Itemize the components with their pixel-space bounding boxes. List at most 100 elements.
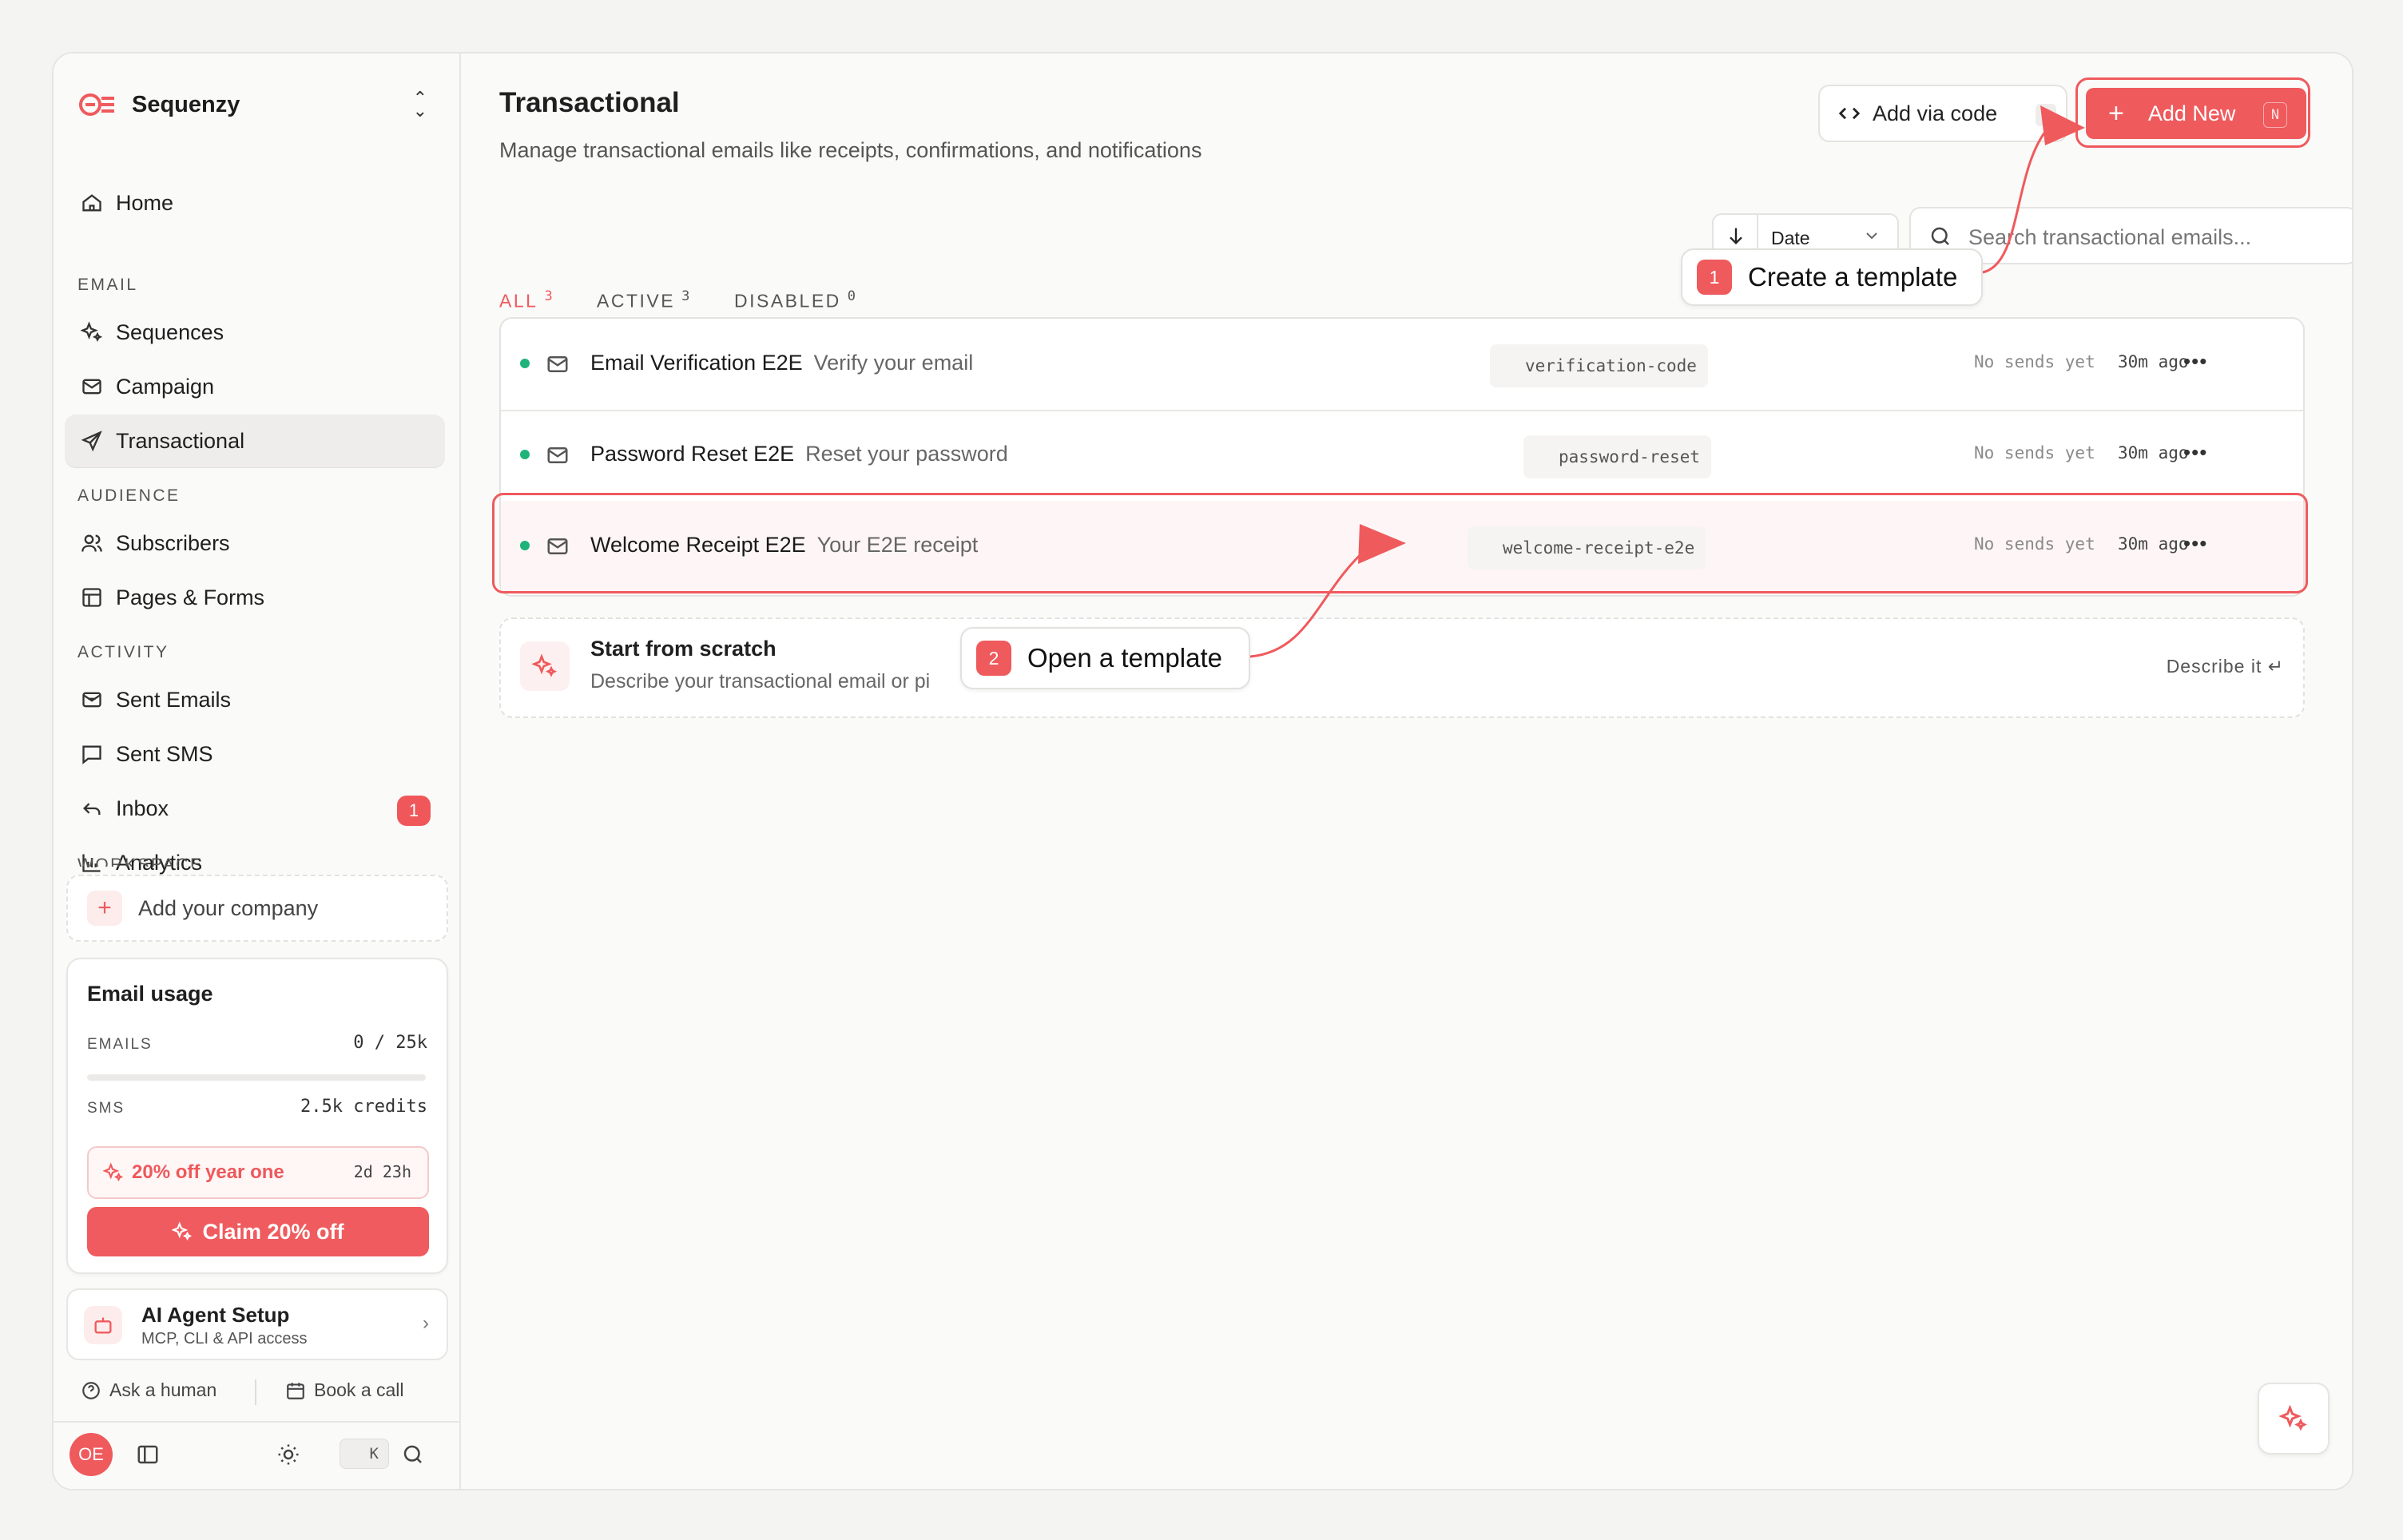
claim-discount-button[interactable]: Claim 20% off [87,1207,429,1256]
promo-text: 20% off year one [132,1161,284,1183]
sun-icon[interactable] [274,1440,303,1469]
app-window: Sequenzy ⌃ ⌄ Home EMAIL Sequences Campaig… [52,52,2353,1490]
add-new-highlight: + Add New N [2075,77,2310,148]
sidebar-item-sent-sms[interactable]: Sent SMS [65,728,445,780]
section-label-audience: AUDIENCE [77,486,181,505]
callout-text: Open a template [1027,643,1222,673]
home-icon [77,189,106,217]
emails-progress-bar [87,1074,426,1081]
arrow-down-icon[interactable] [1725,224,1747,247]
add-via-code-button[interactable]: Add via code A [1818,85,2067,142]
chevron-down-icon [1862,226,1881,245]
sidebar-item-subscribers[interactable]: Subscribers [65,517,445,570]
sparkles-icon [2279,1404,2308,1433]
row-name-text: Password Reset E2E [590,442,795,466]
table-row[interactable]: Password Reset E2E Reset your password pa… [501,410,2303,502]
sidebar-item-sequences[interactable]: Sequences [65,306,445,359]
workspace-switcher[interactable]: Sequenzy ⌃ ⌄ [77,81,453,129]
tab-disabled[interactable]: DISABLED 0 [734,288,856,312]
calendar-icon [287,1382,304,1399]
tab-label: ACTIVE [597,290,676,312]
active-status-dot [520,359,530,368]
sidebar-toggle-icon[interactable] [133,1440,162,1469]
row-slug: verification-code [1490,344,1708,387]
book-call-label: Book a call [314,1379,404,1400]
ai-assistant-button[interactable] [2258,1383,2330,1455]
sidebar-item-home[interactable]: Home [65,177,445,229]
workspace-name: Sequenzy [132,91,240,117]
add-company-button[interactable]: + Add your company [66,875,448,942]
add-company-label: Add your company [138,895,319,920]
more-options-icon[interactable]: ••• [2183,440,2207,465]
row-name-text: Email Verification E2E [590,351,803,375]
layout-icon [77,583,106,612]
row-time: 30m ago [2118,352,2189,371]
ask-human-link[interactable]: Ask a human [81,1379,216,1401]
sidebar-item-pages-forms[interactable]: Pages & Forms [65,571,445,624]
describe-it-button[interactable]: Describe it ↵ [2167,656,2284,677]
scratch-description: Describe your transactional email or pi [590,670,931,693]
row-status: No sends yet [1974,352,2095,371]
sidebar-item-campaign[interactable]: Campaign [65,360,445,413]
email-usage-card: Email usage EMAILS 0 / 25k SMS 2.5k cred… [66,958,448,1274]
add-new-button[interactable]: + Add New N [2086,88,2306,139]
add-via-code-label: Add via code [1873,101,1998,125]
sidebar-item-transactional[interactable]: Transactional [65,415,445,467]
divider [54,1421,459,1423]
tab-all[interactable]: ALL 3 [499,288,553,312]
shortcut-key: A [2036,104,2056,126]
section-label-workspace: WORKSPACE [77,855,203,867]
mail-icon [77,372,106,401]
tab-active[interactable]: ACTIVE 3 [597,288,689,312]
tab-label: DISABLED [734,290,841,312]
inbox-count-badge: 1 [397,796,431,826]
row-subject: Verify your email [813,351,974,375]
usage-title: Email usage [87,982,213,1006]
page-subtitle: Manage transactional emails like receipt… [499,138,1202,162]
divider [255,1379,256,1405]
agent-subtitle: MCP, CLI & API access [141,1330,308,1348]
row-name: Password Reset E2E Reset your password [590,442,1008,466]
mail-open-icon [77,685,106,714]
callout-number: 1 [1697,260,1732,295]
start-from-scratch-card[interactable]: Start from scratch Describe your transac… [499,617,2305,718]
sidebar-item-label: Home [116,190,174,215]
search-icon [1928,224,1952,248]
users-icon [77,529,106,558]
avatar[interactable]: OE [70,1433,113,1476]
send-icon [77,427,106,455]
search-placeholder: Search transactional emails... [1968,225,2252,249]
tab-label: ALL [499,290,538,312]
sequenzy-logo [79,93,114,116]
code-icon [1837,101,1861,125]
help-circle-icon [82,1381,100,1399]
sparkles-icon [520,641,570,691]
mail-icon [546,443,570,471]
sort-field-select[interactable]: Date [1771,228,1810,249]
row-status: No sends yet [1974,443,2095,462]
book-call-link[interactable]: Book a call [285,1379,404,1401]
row-subject: Reset your password [805,442,1008,466]
callout-create-template: 1 Create a template [1681,248,1983,306]
callout-text: Create a template [1748,262,1958,292]
sidebar-item-label: Sequences [116,320,224,344]
claim-label: Claim 20% off [202,1219,344,1244]
sidebar-item-label: Pages & Forms [116,585,265,609]
row-name: Email Verification E2E Verify your email [590,351,973,375]
table-row[interactable]: Email Verification E2E Verify your email … [501,319,2303,411]
sidebar: Sequenzy ⌃ ⌄ Home EMAIL Sequences Campaig… [54,54,461,1489]
more-options-icon[interactable]: ••• [2183,349,2207,374]
mail-icon [546,352,570,380]
sidebar-item-inbox[interactable]: Inbox 1 [65,782,445,835]
chevron-right-icon: › [423,1312,429,1334]
sparkles-icon [77,318,106,347]
promo-banner[interactable]: 20% off year one 2d 23h [87,1146,429,1199]
row-slug: password-reset [1523,435,1712,478]
sidebar-item-sent-emails[interactable]: Sent Emails [65,673,445,726]
emails-value: 0 / 25k [353,1033,427,1053]
sparkles-icon [103,1162,124,1183]
bot-icon [84,1306,122,1344]
row-time: 30m ago [2118,443,2189,462]
ai-agent-setup-card[interactable]: AI Agent Setup MCP, CLI & API access › [66,1288,448,1360]
search-icon[interactable] [399,1440,427,1469]
